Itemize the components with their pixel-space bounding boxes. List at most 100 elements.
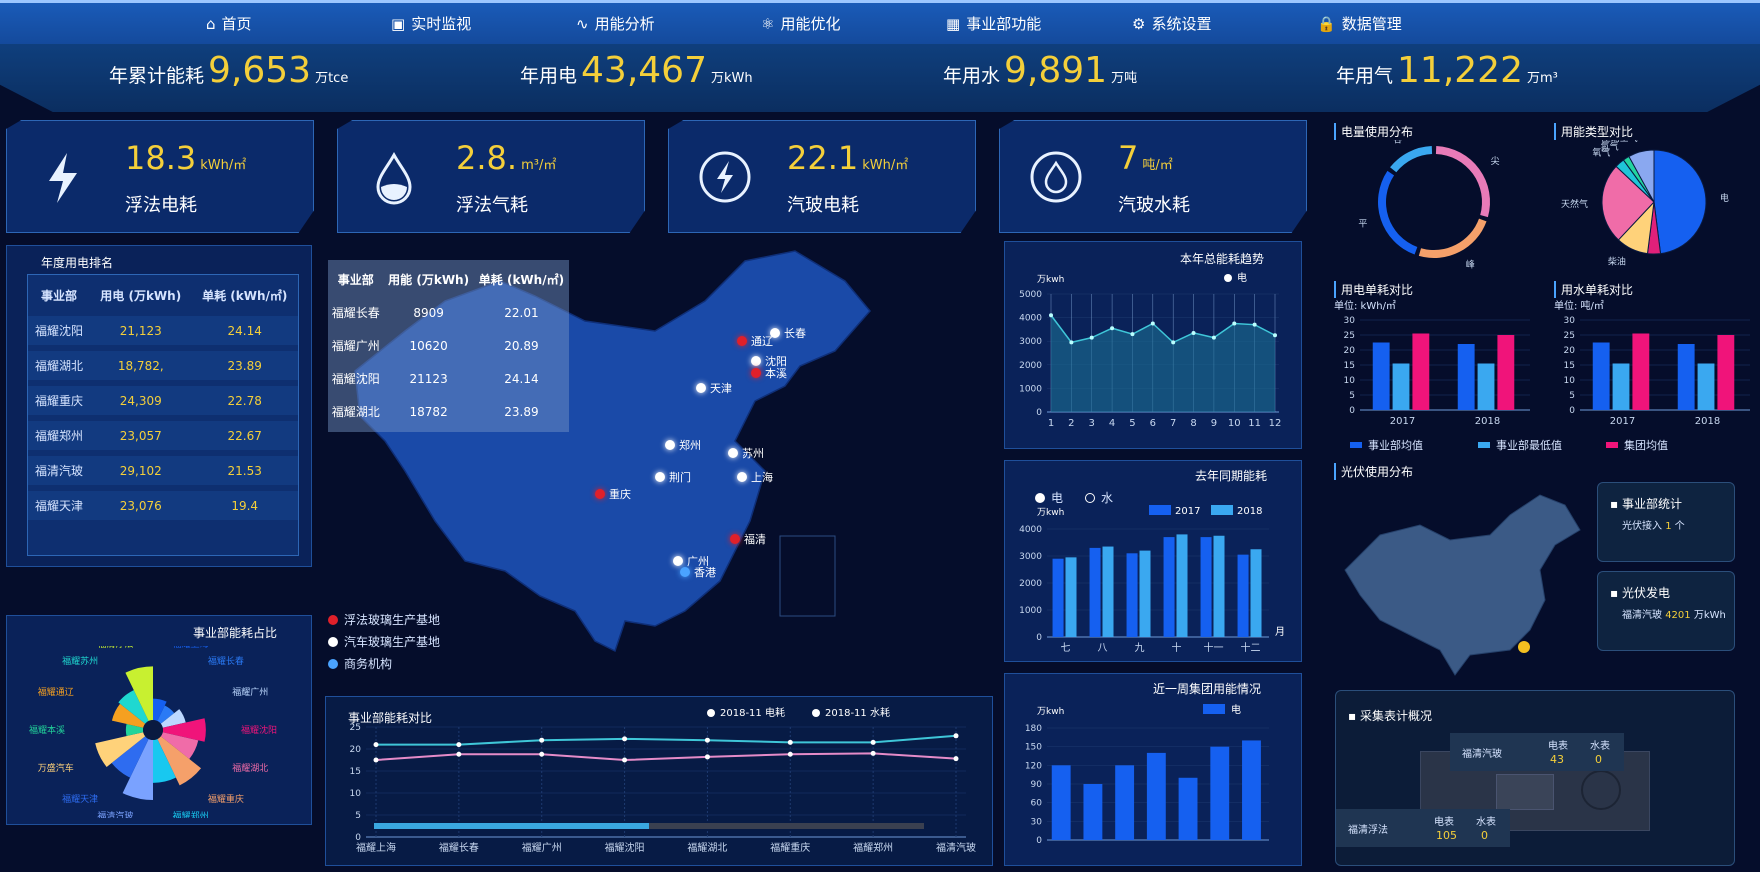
table-header: 事业部 (41, 289, 78, 303)
x-tick-label: 2018 (1695, 416, 1720, 427)
city-marker[interactable]: 本溪 (751, 365, 787, 381)
zoom-slider-handle[interactable] (374, 823, 649, 829)
nav-label: 用能优化 (780, 15, 841, 33)
nav-item[interactable]: ⚙ 系统设置 (1132, 13, 1211, 34)
y-tick-label: 4000 (1019, 525, 1042, 535)
map-legend-item[interactable]: 汽车玻璃生产基地 (328, 633, 440, 650)
bar-legend-item[interactable]: 事业部均值 (1350, 437, 1423, 453)
donut-chart: 尖峰 平 谷 (1358, 140, 1499, 270)
legend-label: 2018-11 电耗 (720, 706, 785, 719)
legend-label: 事业部最低值 (1496, 439, 1562, 452)
nav-item[interactable]: 🔒 数据管理 (1317, 13, 1402, 34)
x-tick-label: 2 (1068, 418, 1074, 429)
slice-label: 福耀重庆 (208, 793, 244, 805)
table-row[interactable]: 福耀天津 23,076 19.4 (28, 491, 298, 520)
table-cell: 福耀沈阳 (28, 316, 91, 345)
city-marker[interactable]: 香港 (680, 564, 716, 580)
bar (1632, 333, 1650, 410)
table-cell: 21.53 (191, 456, 298, 485)
nav-item[interactable]: ⚛ 用能优化 (761, 13, 840, 34)
map-legend-item[interactable]: 商务机构 (328, 655, 392, 672)
slice-label: 万盛汽车 (38, 762, 74, 774)
pv-stat-line: 光伏接入 1 个 (1622, 521, 1685, 532)
bar (1612, 363, 1630, 410)
pie-slice[interactable] (1418, 218, 1487, 258)
slice-label: 福耀天津 (62, 793, 98, 805)
table-row[interactable]: 福清汽玻 29,102 21.53 (28, 456, 298, 485)
y-tick-label: 20 (350, 745, 362, 755)
table-cell: 21123 (409, 371, 448, 386)
table-row[interactable]: 福耀沈阳 21123 24.14 (328, 365, 569, 392)
data-point (1171, 340, 1176, 345)
table-row[interactable]: 福耀广州 10620 20.89 (328, 332, 569, 359)
city-label: 重庆 (609, 488, 631, 501)
city-marker[interactable]: 苏州 (728, 445, 764, 461)
pie-slice[interactable] (1378, 170, 1418, 255)
table-cell: 福清汽玻 (28, 456, 91, 485)
slice-label: 福耀长春 (208, 655, 244, 667)
nav-label: 事业部功能 (966, 15, 1042, 33)
city-marker[interactable]: 荆门 (655, 469, 691, 485)
table-cell: 福耀湖北 (28, 351, 91, 380)
table-row[interactable]: 福耀湖北 18782 23.89 (328, 398, 569, 425)
slice-label: 福耀湖北 (232, 762, 268, 774)
table-row[interactable]: 福耀重庆 24,309 22.78 (28, 386, 298, 415)
y-tick-label: 0 (355, 833, 361, 843)
y-tick-label: 0 (1036, 836, 1042, 846)
city-marker[interactable]: 长春 (770, 325, 806, 341)
table-row[interactable]: 福耀郑州 23,057 22.67 (28, 421, 298, 450)
pulse-icon: ∿ (576, 14, 589, 33)
table-header: 用电 (万kWh) (100, 289, 182, 303)
city-marker[interactable]: 天津 (696, 380, 732, 396)
nav-item[interactable]: ⌂ 首页 (206, 13, 252, 34)
legend-swatch (1211, 505, 1233, 515)
summary-label: 年累计能耗 (109, 65, 205, 87)
city-marker[interactable]: 重庆 (595, 486, 631, 502)
city-marker[interactable]: 通辽 (737, 333, 773, 349)
slice-label: 福耀苏州 (62, 655, 98, 667)
home-icon: ⌂ (206, 14, 216, 33)
meter-site[interactable]: 福清汽玻 电表 43 水表 0 (1450, 733, 1624, 771)
legend-label: 浮法玻璃生产基地 (344, 613, 441, 627)
kpi-card: 2.8. m³/㎡ 浮法气耗 (337, 120, 645, 233)
city-marker[interactable]: 郑州 (665, 437, 701, 453)
y-tick-label: 10 (1344, 376, 1356, 386)
bar (1392, 363, 1410, 410)
bar (1126, 553, 1138, 637)
slice-label: 福耀广州 (232, 686, 268, 698)
table-row[interactable]: 福耀长春 8909 22.01 (328, 299, 569, 326)
rose-title: 事业部能耗占比 (193, 626, 278, 640)
pie-slice[interactable] (1390, 146, 1433, 173)
x-tick-label: 福耀沈阳 (605, 841, 645, 854)
bar (1242, 740, 1261, 840)
y-tick-label: 30 (1564, 316, 1576, 326)
table-row[interactable]: 福耀湖北 18,782, 23.89 (28, 351, 298, 380)
y-tick-label: 5 (1349, 391, 1355, 401)
water-circle-icon (1030, 151, 1082, 203)
city-marker[interactable]: 上海 (737, 469, 773, 485)
top-nav: ⌂ 首页 ▣ 实时监视 ∿ 用能分析 ⚛ 用能优化 ▦ 事业部功能 ⚙ 系统设置 🔒 数据管理 (0, 0, 1760, 44)
bar (1083, 784, 1103, 840)
bar-legend-item[interactable]: 事业部最低值 (1478, 437, 1562, 453)
nav-item[interactable]: ∿ 用能分析 (576, 13, 655, 34)
bar-legend-item[interactable]: 集团均值 (1606, 437, 1668, 453)
pie-slice[interactable] (1653, 149, 1707, 255)
pv-gen-line: 福清汽玻 4201 万kWh (1622, 610, 1726, 621)
table-row[interactable]: 福耀沈阳 21,123 24.14 (28, 316, 298, 345)
pie-slice[interactable] (1435, 146, 1490, 218)
city-marker[interactable]: 福清 (730, 531, 766, 547)
nav-item[interactable]: ▦ 事业部功能 (946, 13, 1041, 34)
y-tick-label: 0 (1036, 408, 1042, 418)
city-label: 苏州 (742, 447, 764, 460)
meter-site[interactable]: 福清浮法 电表 105 水表 0 (1336, 809, 1510, 847)
map-legend-item[interactable]: 浮法玻璃生产基地 (328, 611, 440, 628)
table-cell: 23,057 (90, 421, 192, 450)
summary-unit: 万tce (315, 71, 349, 86)
week-bar-chart: 0 30 60 90 120 150 180 万kwh 电 (1025, 703, 1269, 846)
trend-area-chart: 010002000300040005000万kwh1 2 3 4 5 6 7 8 9 10 11 12… (1019, 271, 1281, 429)
legend-label: 2017 (1175, 506, 1200, 517)
nav-item[interactable]: ▣ 实时监视 (391, 13, 471, 34)
water-meter-label: 水表 (1590, 741, 1610, 752)
y-tick-label: 30 (1031, 817, 1043, 827)
trend-title: 本年总能耗趋势 (1180, 252, 1265, 266)
